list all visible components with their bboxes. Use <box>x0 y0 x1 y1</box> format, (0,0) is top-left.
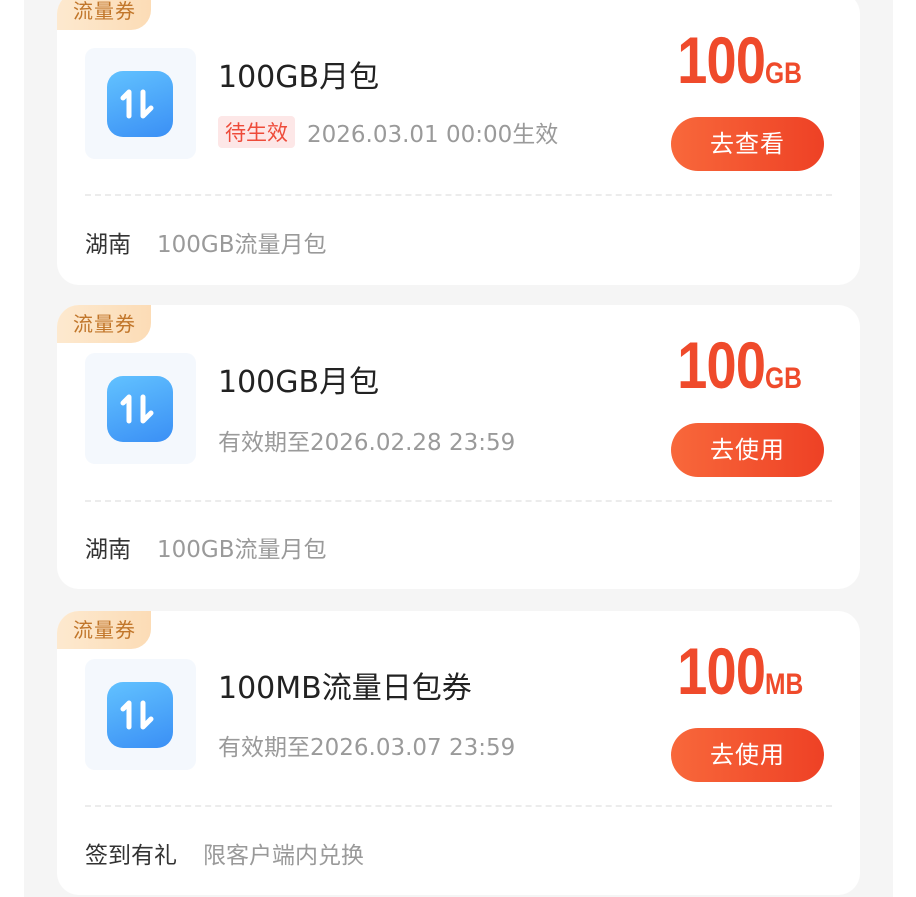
coupon-validity: 有效期至2026.03.07 23:59 <box>218 735 516 761</box>
coupon-title: 100GB月包 <box>218 365 380 400</box>
coupon-footer: 湖南 100GB流量月包 <box>85 225 327 259</box>
coupon-title: 100MB流量日包券 <box>218 671 472 706</box>
amount-value: 100 <box>677 23 766 97</box>
coupon-card[interactable]: 流量券 100GB月包 有效期至2026.02.28 23:59 100GB 去… <box>57 305 860 589</box>
card-divider <box>85 500 832 502</box>
coupon-region: 签到有礼 <box>85 843 177 869</box>
coupon-validity: 2026.03.01 00:00生效 <box>307 122 559 148</box>
coupon-card[interactable]: 流量券 100GB月包 待生效 2026.03.01 00:00生效 100GB … <box>57 0 860 285</box>
amount-value: 100 <box>677 328 766 402</box>
coupon-footer: 湖南 100GB流量月包 <box>85 530 327 564</box>
use-coupon-button[interactable]: 去使用 <box>671 728 824 782</box>
coupon-description: 100GB流量月包 <box>157 232 327 258</box>
data-transfer-icon <box>107 682 173 748</box>
coupon-amount: 100GB <box>658 22 810 98</box>
coupon-amount: 100MB <box>658 633 812 709</box>
coupon-title: 100GB月包 <box>218 60 380 95</box>
coupon-amount: 100GB <box>658 327 810 403</box>
coupon-type-tag: 流量券 <box>57 0 151 30</box>
amount-unit: GB <box>765 57 802 90</box>
data-transfer-icon <box>107 71 173 137</box>
coupon-icon-box <box>85 659 196 770</box>
coupon-region: 湖南 <box>85 537 131 563</box>
status-badge: 待生效 <box>218 116 295 148</box>
coupon-region: 湖南 <box>85 232 131 258</box>
coupon-card[interactable]: 流量券 100MB流量日包券 有效期至2026.03.07 23:59 100M… <box>57 611 860 895</box>
coupon-icon-box <box>85 353 196 464</box>
coupon-icon-box <box>85 48 196 159</box>
use-coupon-button[interactable]: 去使用 <box>671 423 824 477</box>
card-divider <box>85 194 832 196</box>
coupon-type-tag: 流量券 <box>57 611 151 649</box>
view-coupon-button[interactable]: 去查看 <box>671 117 824 171</box>
coupon-description: 限客户端内兑换 <box>203 843 364 869</box>
coupon-validity-line: 待生效 2026.03.01 00:00生效 <box>218 115 558 149</box>
coupon-footer: 签到有礼 限客户端内兑换 <box>85 836 364 870</box>
amount-value: 100 <box>677 634 767 708</box>
amount-unit: MB <box>765 668 804 701</box>
data-transfer-icon <box>107 376 173 442</box>
card-divider <box>85 805 832 807</box>
coupon-description: 100GB流量月包 <box>157 537 327 563</box>
coupon-type-tag: 流量券 <box>57 305 151 343</box>
amount-unit: GB <box>765 362 802 395</box>
coupon-validity: 有效期至2026.02.28 23:59 <box>218 430 516 456</box>
